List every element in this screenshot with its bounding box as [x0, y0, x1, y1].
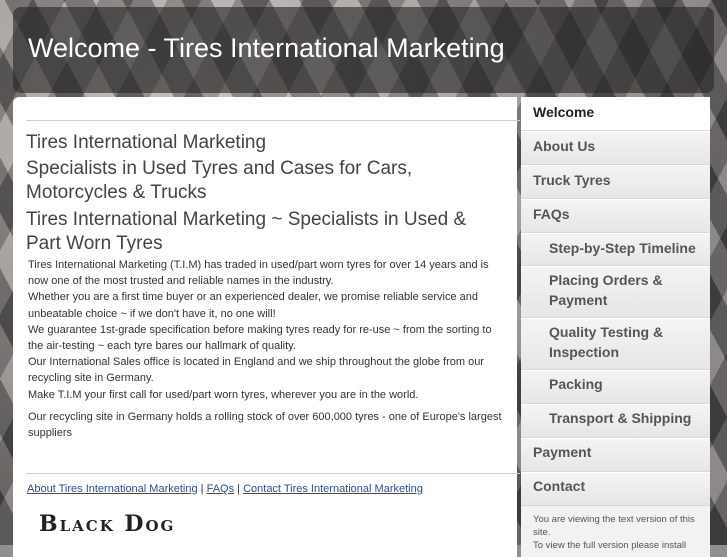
- intro-text: Tires International Marketing (T.I.M) ha…: [28, 257, 508, 441]
- intro-line: Tires International Marketing (T.I.M) ha…: [28, 259, 489, 288]
- sidebar-item-faqs[interactable]: FAQs: [521, 199, 710, 233]
- black-dog-logo: Black Dog: [39, 511, 176, 537]
- sidebar-item-placing-orders[interactable]: Placing Orders & Payment: [521, 266, 710, 318]
- sidebar-item-truck-tyres[interactable]: Truck Tyres: [521, 165, 710, 199]
- sidebar-item-label: Contact: [533, 478, 586, 494]
- sidebar-item-label: About Us: [533, 138, 596, 154]
- sidebar-item-quality-testing[interactable]: Quality Testing & Inspection: [521, 318, 710, 370]
- footer-links: About Tires International Marketing | FA…: [27, 483, 423, 495]
- sidebar-item-label: FAQs: [533, 206, 570, 222]
- sidebar-item-contact[interactable]: Contact: [521, 472, 710, 506]
- sidebar-item-label: Transport & Shipping: [549, 410, 692, 426]
- heading-company: Tires International Marketing: [26, 132, 267, 153]
- top-divider: [26, 120, 520, 121]
- link-separator: |: [237, 483, 241, 495]
- intro-line: Our International Sales office is locate…: [28, 356, 484, 385]
- bottom-divider: [26, 473, 520, 474]
- sidebar-item-payment[interactable]: Payment: [521, 438, 710, 472]
- stock-paragraph: Our recycling site in Germany holds a ro…: [28, 410, 502, 440]
- sidebar-item-welcome[interactable]: Welcome: [521, 97, 710, 131]
- intro-paragraph: Tires International Marketing (T.I.M) ha…: [28, 257, 508, 403]
- sidebar-item-transport[interactable]: Transport & Shipping: [521, 404, 710, 438]
- heading-specialists: Specialists in Used Tyres and Cases for …: [26, 158, 413, 203]
- sidebar-item-label: Payment: [533, 444, 592, 460]
- sidebar-item-timeline[interactable]: Step-by-Step Timeline: [521, 233, 710, 266]
- intro-line: Whether you are a first time buyer or an…: [28, 291, 479, 320]
- text-version-note: You are viewing the text version of this…: [533, 513, 698, 552]
- main-content: Tires International Marketing Specialist…: [13, 97, 520, 557]
- sidebar-item-label: Welcome: [533, 104, 595, 120]
- sidebar-item-label: Placing Orders & Payment: [549, 272, 663, 308]
- intro-line: We guarantee 1st-grade specification bef…: [28, 323, 492, 353]
- sidebar-item-label: Packing: [549, 376, 603, 392]
- about-link[interactable]: About Tires International Marketing: [27, 483, 198, 495]
- text-version-line: You are viewing the text version of this…: [533, 514, 695, 538]
- site-title: Welcome - Tires International Marketing: [28, 33, 505, 63]
- sidebar-nav: Welcome About Us Truck Tyres FAQs Step-b…: [521, 97, 710, 557]
- sidebar-item-label: Truck Tyres: [533, 172, 611, 188]
- site-header: Welcome - Tires International Marketing: [13, 7, 714, 93]
- text-version-line: To view the full version please install: [533, 540, 687, 551]
- heading-part-worn: Tires International Marketing ~ Speciali…: [26, 209, 467, 254]
- link-separator: |: [200, 483, 204, 495]
- faqs-link[interactable]: FAQs: [207, 483, 235, 495]
- sidebar-item-packing[interactable]: Packing: [521, 370, 710, 404]
- contact-link[interactable]: Contact Tires International Marketing: [243, 483, 423, 495]
- sidebar-item-label: Step-by-Step Timeline: [549, 240, 696, 256]
- sidebar-item-label: Quality Testing & Inspection: [549, 324, 664, 360]
- sidebar-item-about-us[interactable]: About Us: [521, 131, 710, 165]
- intro-line: Make T.I.M your first call for used/part…: [28, 388, 419, 401]
